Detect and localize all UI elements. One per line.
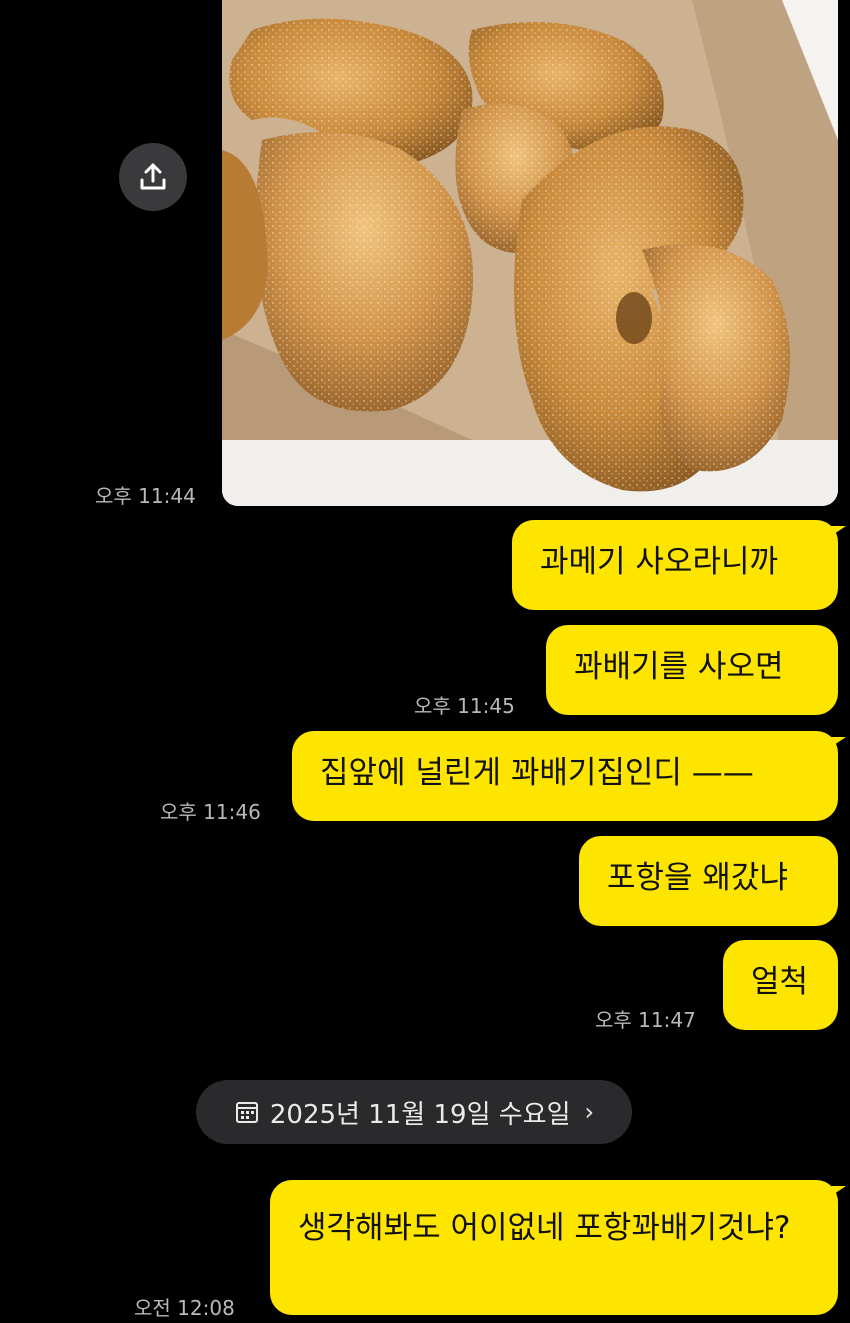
message-bubble[interactable]: 과메기 사오라니까 <box>512 520 846 610</box>
message-bubble[interactable]: 생각해봐도 어이없네 포항꽈배기것냐? <box>270 1180 846 1315</box>
timestamp: 오후 11:44 <box>95 484 196 508</box>
share-button[interactable] <box>119 143 187 211</box>
photo-message[interactable] <box>222 0 838 506</box>
photo-donuts-image <box>222 0 838 506</box>
timestamp: 오후 11:47 <box>595 1008 696 1032</box>
timestamp: 오전 12:08 <box>134 1296 235 1320</box>
timestamp: 오후 11:46 <box>160 800 261 824</box>
date-divider-label: 2025년 11월 19일 수요일 <box>269 1099 571 1130</box>
share-upload-icon <box>140 163 166 190</box>
chat-screen: 오후 11:44 과메기 사오라니까 꽈배기를 사오면 오후 11:45 집앞에… <box>0 0 850 1323</box>
message-bubble[interactable]: 집앞에 널린게 꽈배기집인디 —— <box>292 731 846 821</box>
calendar-icon <box>235 1102 258 1123</box>
message-bubble[interactable]: 꽈배기를 사오면 <box>546 625 838 715</box>
chevron-right-icon: › <box>584 1098 595 1126</box>
timestamp: 오후 11:45 <box>414 694 515 718</box>
date-divider[interactable]: 2025년 11월 19일 수요일 › <box>196 1080 632 1144</box>
message-bubble[interactable]: 얼척 <box>723 940 838 1030</box>
message-bubble[interactable]: 포항을 왜갔냐 <box>579 836 838 926</box>
